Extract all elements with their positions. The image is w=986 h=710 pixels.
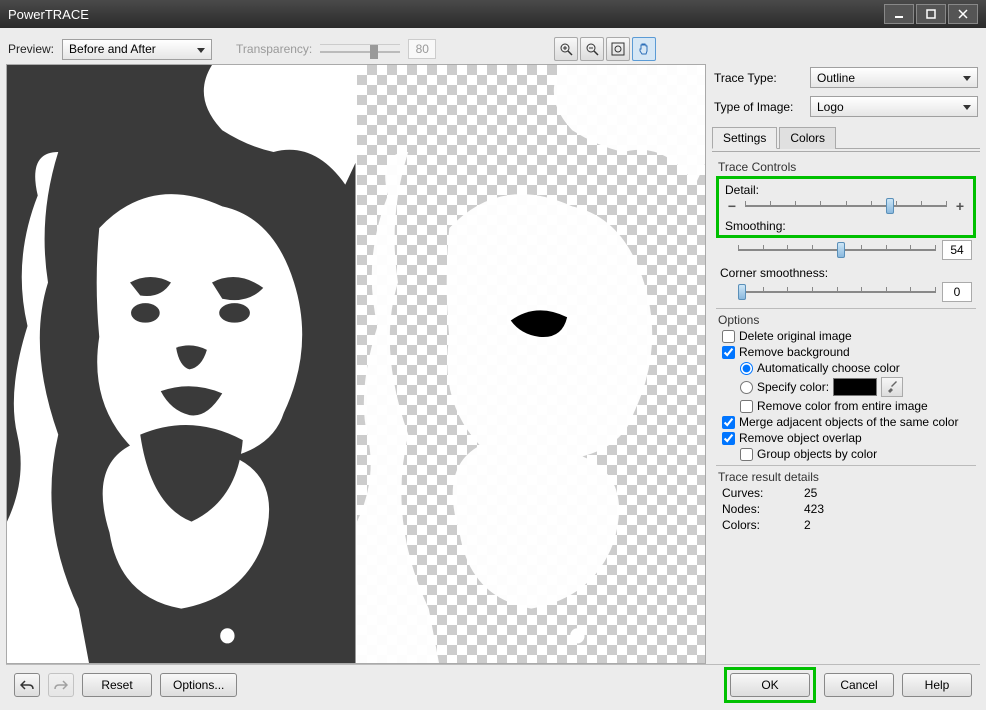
delete-original-checkbox[interactable]: Delete original image: [722, 329, 976, 343]
options-title: Options: [718, 313, 976, 327]
preview-before[interactable]: [7, 65, 356, 663]
toolbar: Preview: Before and After Transparency: …: [6, 34, 980, 64]
curves-value: 25: [804, 486, 817, 500]
trace-type-label: Trace Type:: [714, 71, 804, 85]
powertrace-dialog: PowerTRACE Preview: Before and After Tra…: [0, 0, 986, 710]
tabs: Settings Colors: [712, 126, 980, 149]
close-button[interactable]: [948, 4, 978, 24]
transparency-label: Transparency:: [236, 42, 312, 56]
smoothing-label: Smoothing:: [725, 219, 967, 233]
transparency-value: 80: [408, 39, 436, 59]
specify-color-radio[interactable]: Specify color:: [740, 377, 976, 397]
zoom-fit-button[interactable]: [606, 37, 630, 61]
detail-minus-icon: −: [725, 199, 739, 213]
remove-background-checkbox[interactable]: Remove background: [722, 345, 976, 359]
remove-color-entire-checkbox[interactable]: Remove color from entire image: [740, 399, 976, 413]
corner-value[interactable]: 0: [942, 282, 972, 302]
main-area: Trace Type: Outline Type of Image: Logo …: [6, 64, 980, 664]
maximize-button[interactable]: [916, 4, 946, 24]
content: Preview: Before and After Transparency: …: [0, 28, 986, 710]
zoom-out-button[interactable]: [580, 37, 604, 61]
type-of-image-dropdown[interactable]: Logo: [810, 96, 978, 117]
smoothing-slider[interactable]: [738, 245, 936, 255]
detail-plus-icon: +: [953, 199, 967, 213]
options-button[interactable]: Options...: [160, 673, 237, 697]
transparency-thumb: [370, 45, 378, 59]
group-by-color-checkbox[interactable]: Group objects by color: [740, 447, 976, 461]
tab-colors[interactable]: Colors: [779, 127, 836, 149]
detail-label: Detail:: [725, 183, 967, 197]
window-controls: [884, 4, 978, 24]
tab-settings[interactable]: Settings: [712, 127, 777, 149]
corner-thumb[interactable]: [738, 284, 746, 300]
corner-slider[interactable]: [738, 287, 936, 297]
smoothing-thumb[interactable]: [837, 242, 845, 258]
preview-area: [6, 64, 706, 664]
after-image: [357, 65, 706, 663]
detail-thumb[interactable]: [886, 198, 894, 214]
titlebar[interactable]: PowerTRACE: [0, 0, 986, 28]
corner-smoothness-label: Corner smoothness:: [720, 266, 972, 280]
smoothing-value[interactable]: 54: [942, 240, 972, 260]
detail-slider[interactable]: [745, 201, 947, 211]
results-title: Trace result details: [718, 470, 976, 484]
curves-label: Curves:: [722, 486, 804, 500]
zoom-in-button[interactable]: [554, 37, 578, 61]
window-title: PowerTRACE: [8, 7, 884, 22]
preview-after[interactable]: [357, 65, 706, 663]
help-button[interactable]: Help: [902, 673, 972, 697]
preview-value: Before and After: [69, 42, 156, 56]
nodes-value: 423: [804, 502, 824, 516]
view-buttons: [554, 37, 656, 61]
trace-results: Trace result details Curves:25 Nodes:423…: [716, 470, 976, 532]
preview-dropdown[interactable]: Before and After: [62, 39, 212, 60]
specify-color-swatch[interactable]: [833, 378, 877, 396]
reset-button[interactable]: Reset: [82, 673, 152, 697]
undo-button[interactable]: [14, 673, 40, 697]
side-panel: Trace Type: Outline Type of Image: Logo …: [710, 64, 980, 664]
before-image: [7, 65, 356, 663]
trace-controls-title: Trace Controls: [718, 160, 976, 174]
cancel-button[interactable]: Cancel: [824, 673, 894, 697]
transparency-slider: [320, 44, 400, 60]
remove-overlap-checkbox[interactable]: Remove object overlap: [722, 431, 976, 445]
ok-highlight: OK: [724, 667, 816, 703]
preview-label: Preview:: [8, 42, 54, 56]
settings-panel: Trace Controls Detail: − + Smoothing:: [712, 151, 980, 534]
redo-button[interactable]: [48, 673, 74, 697]
type-of-image-label: Type of Image:: [714, 100, 804, 114]
trace-type-dropdown[interactable]: Outline: [810, 67, 978, 88]
ok-button[interactable]: OK: [730, 673, 810, 697]
footer: Reset Options... OK Cancel Help: [6, 664, 980, 704]
pan-button[interactable]: [632, 37, 656, 61]
eyedropper-button[interactable]: [881, 377, 903, 397]
minimize-button[interactable]: [884, 4, 914, 24]
auto-color-radio[interactable]: Automatically choose color: [740, 361, 976, 375]
detail-highlight: Detail: − + Smoothing:: [716, 176, 976, 238]
type-of-image-value: Logo: [817, 100, 844, 114]
merge-adjacent-checkbox[interactable]: Merge adjacent objects of the same color: [722, 415, 976, 429]
trace-type-value: Outline: [817, 71, 855, 85]
nodes-label: Nodes:: [722, 502, 804, 516]
colors-result-value: 2: [804, 518, 811, 532]
colors-result-label: Colors:: [722, 518, 804, 532]
